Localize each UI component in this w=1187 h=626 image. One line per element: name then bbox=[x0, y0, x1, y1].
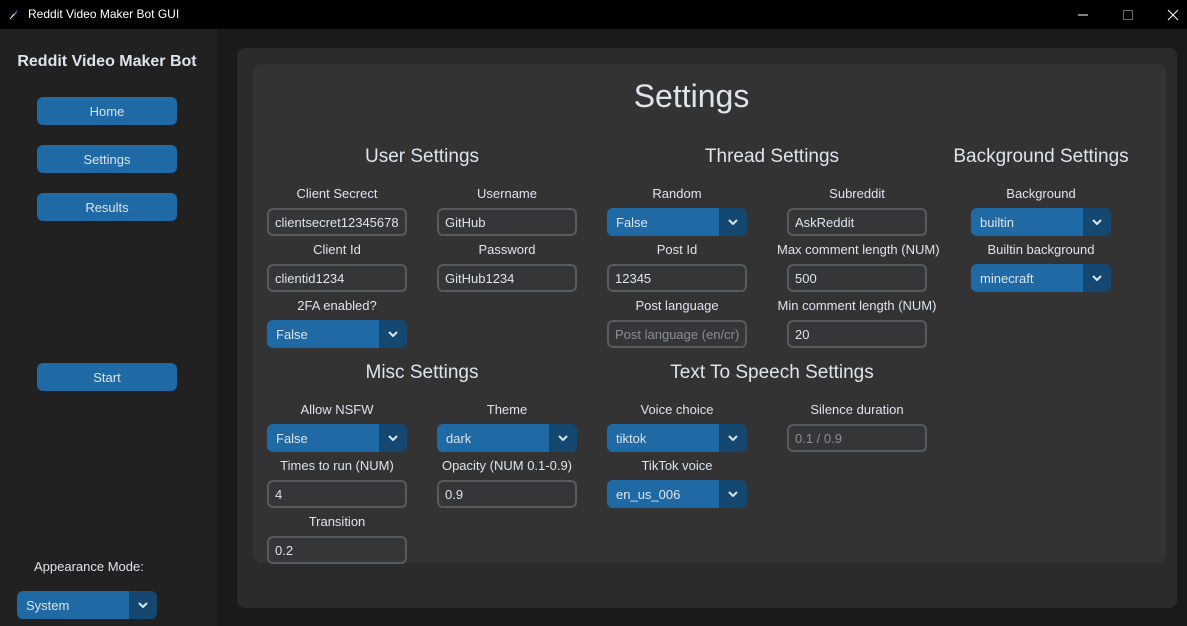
voice-choice-dropdown[interactable]: tiktok bbox=[607, 424, 747, 452]
silence-duration-field[interactable] bbox=[787, 424, 927, 452]
chevron-down-icon bbox=[719, 480, 747, 508]
builtin-background-label: Builtin background bbox=[987, 242, 1095, 257]
opacity-field[interactable] bbox=[437, 480, 577, 508]
chevron-down-icon bbox=[549, 424, 577, 452]
password-field[interactable] bbox=[437, 264, 577, 292]
window-title: Reddit Video Maker Bot GUI bbox=[28, 7, 180, 21]
chevron-down-icon bbox=[1083, 208, 1111, 236]
times-to-run-label: Times to run (NUM) bbox=[280, 458, 394, 473]
password-label: Password bbox=[478, 242, 536, 257]
maximize-button[interactable] bbox=[1105, 0, 1151, 29]
background-dropdown[interactable]: builtin bbox=[971, 208, 1111, 236]
chevron-down-icon bbox=[379, 424, 407, 452]
silence-duration-label: Silence duration bbox=[810, 402, 904, 417]
chevron-down-icon bbox=[719, 424, 747, 452]
page-title: Settings bbox=[633, 78, 750, 114]
random-value: False bbox=[607, 208, 719, 236]
settings-button[interactable]: Settings bbox=[37, 145, 177, 173]
builtin-background-value: minecraft bbox=[971, 264, 1083, 292]
close-icon bbox=[1167, 9, 1179, 20]
start-button[interactable]: Start bbox=[37, 363, 177, 391]
allow-nsfw-label: Allow NSFW bbox=[300, 402, 374, 417]
username-field[interactable] bbox=[437, 208, 577, 236]
allow-nsfw-dropdown[interactable]: False bbox=[267, 424, 407, 452]
title-bar: Reddit Video Maker Bot GUI bbox=[0, 0, 1187, 29]
client-secret-label: Client Secrect bbox=[296, 186, 378, 201]
random-label: Random bbox=[652, 186, 702, 201]
feather-icon bbox=[8, 8, 20, 20]
subreddit-field[interactable] bbox=[787, 208, 927, 236]
thread-settings-title: Thread Settings bbox=[704, 146, 840, 167]
maximize-icon bbox=[1123, 9, 1133, 20]
client-secret-field[interactable] bbox=[267, 208, 407, 236]
transition-field[interactable] bbox=[267, 536, 407, 564]
chevron-down-icon bbox=[379, 320, 407, 348]
tiktok-voice-dropdown[interactable]: en_us_006 bbox=[607, 480, 747, 508]
close-button[interactable] bbox=[1150, 0, 1187, 29]
background-value: builtin bbox=[971, 208, 1083, 236]
allow-nsfw-value: False bbox=[267, 424, 379, 452]
minimize-icon bbox=[1078, 14, 1088, 15]
post-id-field[interactable] bbox=[607, 264, 747, 292]
home-button[interactable]: Home bbox=[37, 97, 177, 125]
username-label: Username bbox=[477, 186, 537, 201]
background-label: Background bbox=[1006, 186, 1076, 201]
max-comment-length-field[interactable] bbox=[787, 264, 927, 292]
theme-label: Theme bbox=[486, 402, 528, 417]
sidebar: Reddit Video Maker Bot Home Settings Res… bbox=[0, 29, 217, 626]
client-id-field[interactable] bbox=[267, 264, 407, 292]
transition-label: Transition bbox=[308, 514, 366, 529]
background-settings-title: Background Settings bbox=[953, 146, 1129, 167]
user-settings-title: User Settings bbox=[364, 146, 480, 167]
builtin-background-dropdown[interactable]: minecraft bbox=[971, 264, 1111, 292]
client-id-label: Client Id bbox=[313, 242, 361, 257]
post-language-label: Post language bbox=[635, 298, 719, 313]
twofa-label: 2FA enabled? bbox=[297, 298, 377, 313]
opacity-label: Opacity (NUM 0.1-0.9) bbox=[441, 458, 573, 473]
twofa-dropdown[interactable]: False bbox=[267, 320, 407, 348]
appearance-mode-label: Appearance Mode: bbox=[34, 559, 144, 574]
tts-settings-title: Text To Speech Settings bbox=[670, 362, 874, 383]
minimize-button[interactable] bbox=[1060, 0, 1106, 29]
twofa-value: False bbox=[267, 320, 379, 348]
results-button[interactable]: Results bbox=[37, 193, 177, 221]
sidebar-brand: Reddit Video Maker Bot bbox=[17, 53, 197, 70]
min-comment-length-field[interactable] bbox=[787, 320, 927, 348]
post-id-label: Post Id bbox=[656, 242, 698, 257]
theme-dropdown[interactable]: dark bbox=[437, 424, 577, 452]
tiktok-voice-label: TikTok voice bbox=[641, 458, 713, 473]
voice-choice-value: tiktok bbox=[607, 424, 719, 452]
chevron-down-icon bbox=[129, 591, 157, 619]
theme-value: dark bbox=[437, 424, 549, 452]
post-language-field[interactable] bbox=[607, 320, 747, 348]
tiktok-voice-value: en_us_006 bbox=[607, 480, 719, 508]
random-dropdown[interactable]: False bbox=[607, 208, 747, 236]
subreddit-label: Subreddit bbox=[829, 186, 885, 201]
max-comment-length-label: Max comment length (NUM) bbox=[777, 242, 940, 257]
chevron-down-icon bbox=[1083, 264, 1111, 292]
times-to-run-field[interactable] bbox=[267, 480, 407, 508]
chevron-down-icon bbox=[719, 208, 747, 236]
appearance-mode-dropdown[interactable]: System bbox=[17, 591, 157, 619]
appearance-mode-value: System bbox=[17, 591, 129, 619]
min-comment-length-label: Min comment length (NUM) bbox=[777, 298, 937, 313]
voice-choice-label: Voice choice bbox=[640, 402, 714, 417]
misc-settings-title: Misc Settings bbox=[365, 362, 479, 383]
